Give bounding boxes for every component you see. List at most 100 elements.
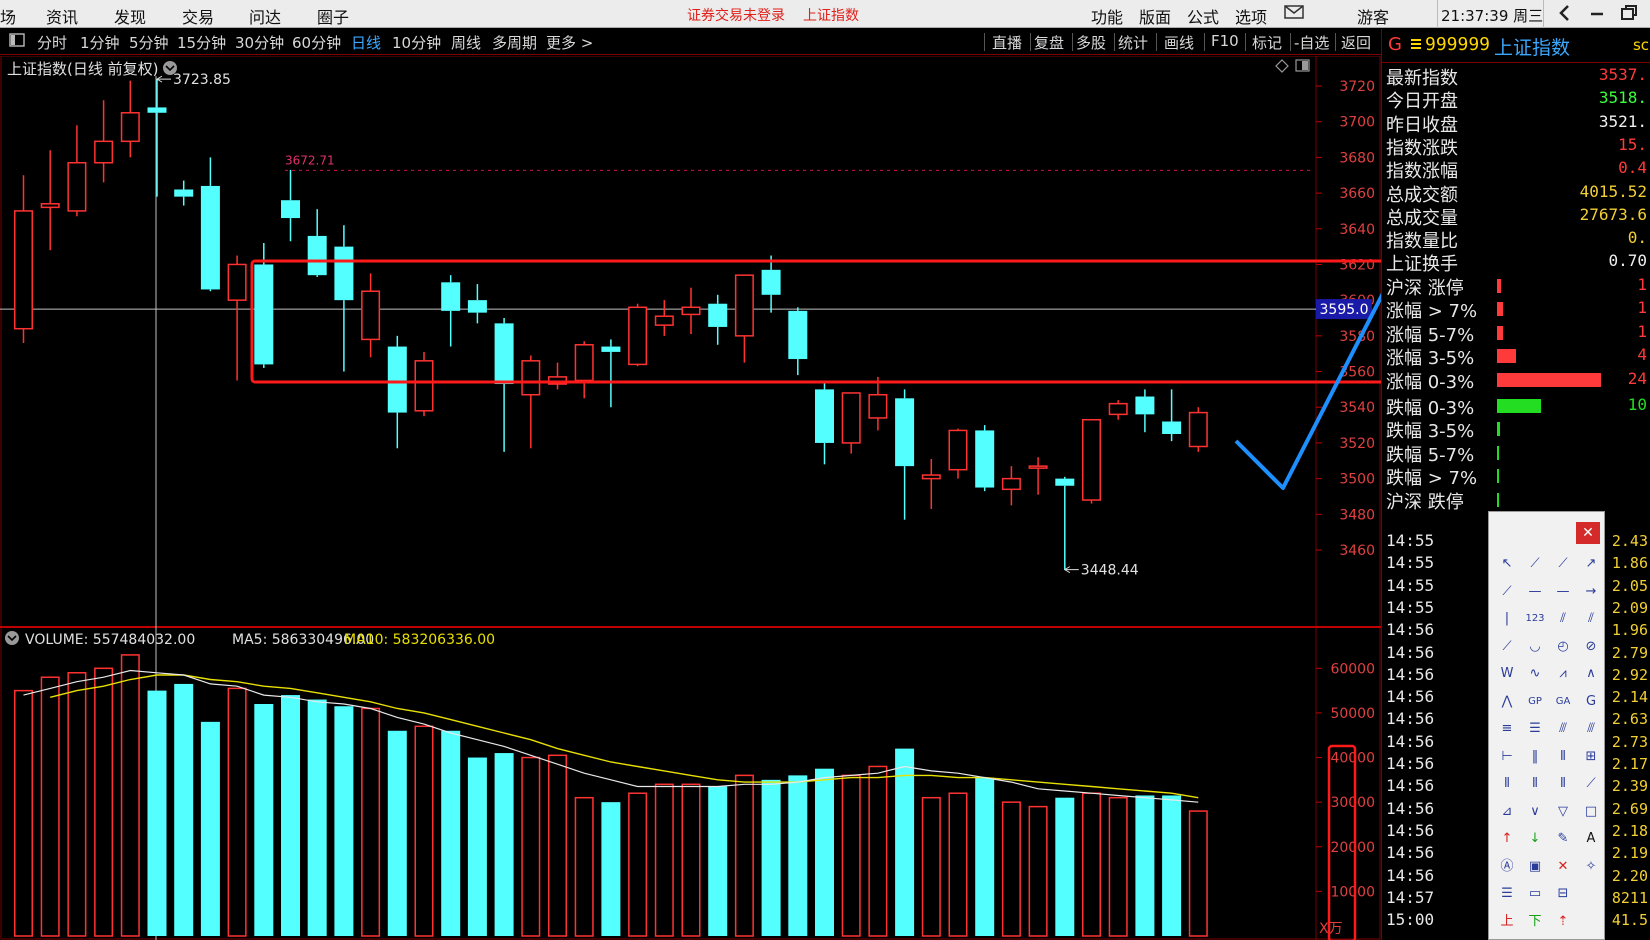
circle-line-icon[interactable]: ⊘ xyxy=(1579,636,1603,658)
down-arrow-line-icon[interactable]: ∨ xyxy=(1523,801,1547,823)
pen-icon[interactable]: ✎ xyxy=(1551,828,1575,850)
period-tab-60min[interactable]: 60分钟 xyxy=(292,32,341,53)
tool-live[interactable]: 直播 xyxy=(992,32,1022,53)
price-label-icon[interactable]: 123 xyxy=(1523,608,1547,630)
period-tab-daily[interactable]: 日线 xyxy=(351,32,381,53)
tool-mark[interactable]: 标记 xyxy=(1252,32,1282,53)
period-tab-more[interactable]: 更多 > xyxy=(546,32,593,53)
period-tab-timeshare[interactable]: 分时 xyxy=(37,32,67,53)
ruler-icon[interactable]: ▭ xyxy=(1523,883,1547,905)
menu-item-wenda[interactable]: 问达 xyxy=(249,4,281,28)
ga-icon[interactable]: GA xyxy=(1551,691,1575,713)
g-icon[interactable]: G xyxy=(1579,691,1603,713)
zigzag-icon[interactable]: ∧ xyxy=(1579,663,1603,685)
period-tab-weekly[interactable]: 周线 xyxy=(451,32,481,53)
horizontal-ray-icon[interactable]: → xyxy=(1579,581,1603,603)
straight-line-icon[interactable]: ⟋ xyxy=(1551,553,1575,575)
fib-cycle-icon[interactable]: ⦀ xyxy=(1551,746,1575,768)
fan-lines-icon[interactable]: ⫻ xyxy=(1551,718,1575,740)
tool-drawline[interactable]: 画线 xyxy=(1164,32,1194,53)
volume-bar-down xyxy=(254,704,274,936)
barcode-icon[interactable]: ⦀ xyxy=(1495,773,1519,795)
period-tab-15min[interactable]: 15分钟 xyxy=(177,32,226,53)
period-tab-30min[interactable]: 30分钟 xyxy=(235,32,284,53)
list-icon[interactable] xyxy=(1408,33,1424,59)
gold-ratio-icon[interactable]: ☰ xyxy=(1523,718,1547,740)
down-arrow-icon[interactable]: ↓ xyxy=(1523,828,1547,850)
volume-bar-down xyxy=(334,706,354,936)
note-icon[interactable]: ☰ xyxy=(1495,883,1519,905)
text-a-icon[interactable]: A xyxy=(1579,828,1603,850)
cursor-icon[interactable]: ↖ xyxy=(1495,553,1519,575)
menu-item-trade[interactable]: 交易 xyxy=(182,4,214,28)
gp-icon[interactable]: GP xyxy=(1523,691,1547,713)
parallel-lines-icon[interactable]: ⫽ xyxy=(1551,608,1575,630)
tool-f10[interactable]: F10 xyxy=(1211,32,1239,50)
triangle-icon[interactable]: ▽ xyxy=(1551,801,1575,823)
trend-wave-icon[interactable]: ⩘ xyxy=(1551,663,1575,685)
menu-item-formula[interactable]: 公式 xyxy=(1187,4,1219,28)
channel-icon[interactable]: ⫽ xyxy=(1579,608,1603,630)
fill-icon[interactable]: ▣ xyxy=(1523,856,1547,878)
rectangle-icon[interactable]: □ xyxy=(1579,801,1603,823)
text-style-icon[interactable]: Ⓐ xyxy=(1495,856,1519,878)
restore-icon[interactable] xyxy=(1618,2,1640,28)
quote-row: 指数涨幅 0.4 xyxy=(1382,156,1650,182)
menu-item-discover[interactable]: 发现 xyxy=(114,4,146,28)
guest-label[interactable]: 游客 xyxy=(1357,4,1389,28)
volume-dropdown-icon[interactable] xyxy=(5,631,19,645)
menu-item-layout[interactable]: 版面 xyxy=(1139,4,1171,28)
delete-icon[interactable]: ✕ xyxy=(1551,856,1575,878)
up-arrow-icon[interactable]: ↑ xyxy=(1495,828,1519,850)
period-tab-10min[interactable]: 10分钟 xyxy=(392,32,441,53)
line-segment-icon[interactable]: ⟋ xyxy=(1523,553,1547,575)
gann-fan-icon[interactable]: ⫻ xyxy=(1579,718,1603,740)
speed-lines-icon[interactable]: ⟋ xyxy=(1579,773,1603,795)
level-mark-icon[interactable]: ⇡ xyxy=(1551,911,1575,933)
up-mark-icon[interactable]: 上 xyxy=(1495,911,1519,933)
barcode2-icon[interactable]: ⦀ xyxy=(1523,773,1547,795)
down-mark-icon[interactable]: 下 xyxy=(1523,911,1547,933)
arc-icon[interactable]: ◡ xyxy=(1523,636,1547,658)
tool-return[interactable]: 返回 xyxy=(1341,32,1371,53)
back-icon[interactable] xyxy=(1556,2,1574,28)
export-icon[interactable]: ⊟ xyxy=(1551,883,1575,905)
horizontal-segment-icon[interactable]: — xyxy=(1551,581,1575,603)
vertical-line-icon[interactable]: | xyxy=(1495,608,1519,630)
tool-stats[interactable]: 统计 xyxy=(1118,32,1148,53)
range-icon[interactable]: ⊢ xyxy=(1495,746,1519,768)
kline-chart[interactable]: 上证指数(日线 前复权) 372037003680366036403620360… xyxy=(0,56,1381,940)
sidebar-toggle-icon[interactable] xyxy=(8,31,26,53)
panel-toggle-icon[interactable] xyxy=(1295,59,1310,72)
magic-icon[interactable]: ✧ xyxy=(1579,856,1603,878)
tool-replay[interactable]: 复盘 xyxy=(1034,32,1064,53)
fib-retracement-icon[interactable]: ≡ xyxy=(1495,718,1519,740)
ray-down-icon[interactable]: ⟋ xyxy=(1495,581,1519,603)
horizontal-line-icon[interactable]: — xyxy=(1523,581,1547,603)
menu-item-circle[interactable]: 圈子 xyxy=(317,4,349,28)
period-tab-multi[interactable]: 多周期 xyxy=(492,32,537,53)
login-warning[interactable]: 证券交易未登录 xyxy=(687,5,785,25)
wave-m-icon[interactable]: ∿ xyxy=(1523,663,1547,685)
linear-regression-icon[interactable]: ⟋ xyxy=(1495,636,1519,658)
close-icon[interactable]: ✕ xyxy=(1576,522,1600,544)
menu-item-news[interactable]: 资讯 xyxy=(46,4,78,28)
period-icon[interactable]: ⦀ xyxy=(1551,773,1575,795)
gann-icon[interactable]: ⊞ xyxy=(1579,746,1603,768)
tool-watchlist[interactable]: -自选 xyxy=(1294,32,1329,53)
menu-item-function[interactable]: 功能 xyxy=(1091,4,1123,28)
period-tab-5min[interactable]: 5分钟 xyxy=(129,32,169,53)
menu-item-market[interactable]: 场 xyxy=(0,4,16,28)
expand-diamond-icon[interactable] xyxy=(1275,59,1289,73)
wave-w-icon[interactable]: W xyxy=(1495,663,1519,685)
period-tab-1min[interactable]: 1分钟 xyxy=(80,32,120,53)
gann-box-icon[interactable]: ⊿ xyxy=(1495,801,1519,823)
cycle-lines-icon[interactable]: ‖ xyxy=(1523,746,1547,768)
ray-icon[interactable]: ↗ xyxy=(1579,553,1603,575)
menu-item-options[interactable]: 选项 xyxy=(1235,4,1267,28)
circle-icon[interactable]: ◴ xyxy=(1551,636,1575,658)
mountain-icon[interactable]: ⋀ xyxy=(1495,691,1519,713)
minimize-icon[interactable] xyxy=(1588,2,1606,28)
mail-icon[interactable] xyxy=(1283,3,1305,25)
tool-multistock[interactable]: 多股 xyxy=(1076,32,1106,53)
